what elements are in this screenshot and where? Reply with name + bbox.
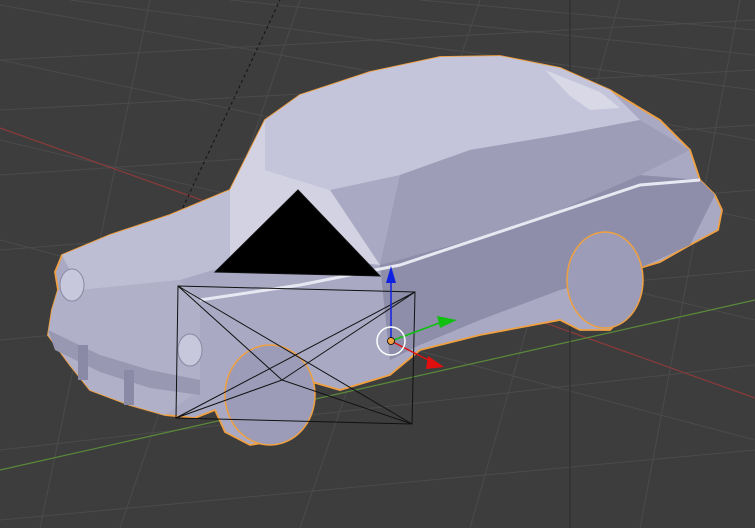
viewport-canvas[interactable] — [0, 0, 755, 528]
right-headlight — [177, 333, 203, 367]
3d-viewport[interactable] — [0, 0, 755, 528]
front-wheel — [224, 344, 316, 446]
bumper-guard-left — [78, 345, 88, 380]
rear-wheel — [566, 231, 644, 329]
left-headlight — [59, 268, 85, 302]
pivot-point-icon — [387, 337, 395, 345]
bumper-guard-right — [124, 370, 134, 405]
